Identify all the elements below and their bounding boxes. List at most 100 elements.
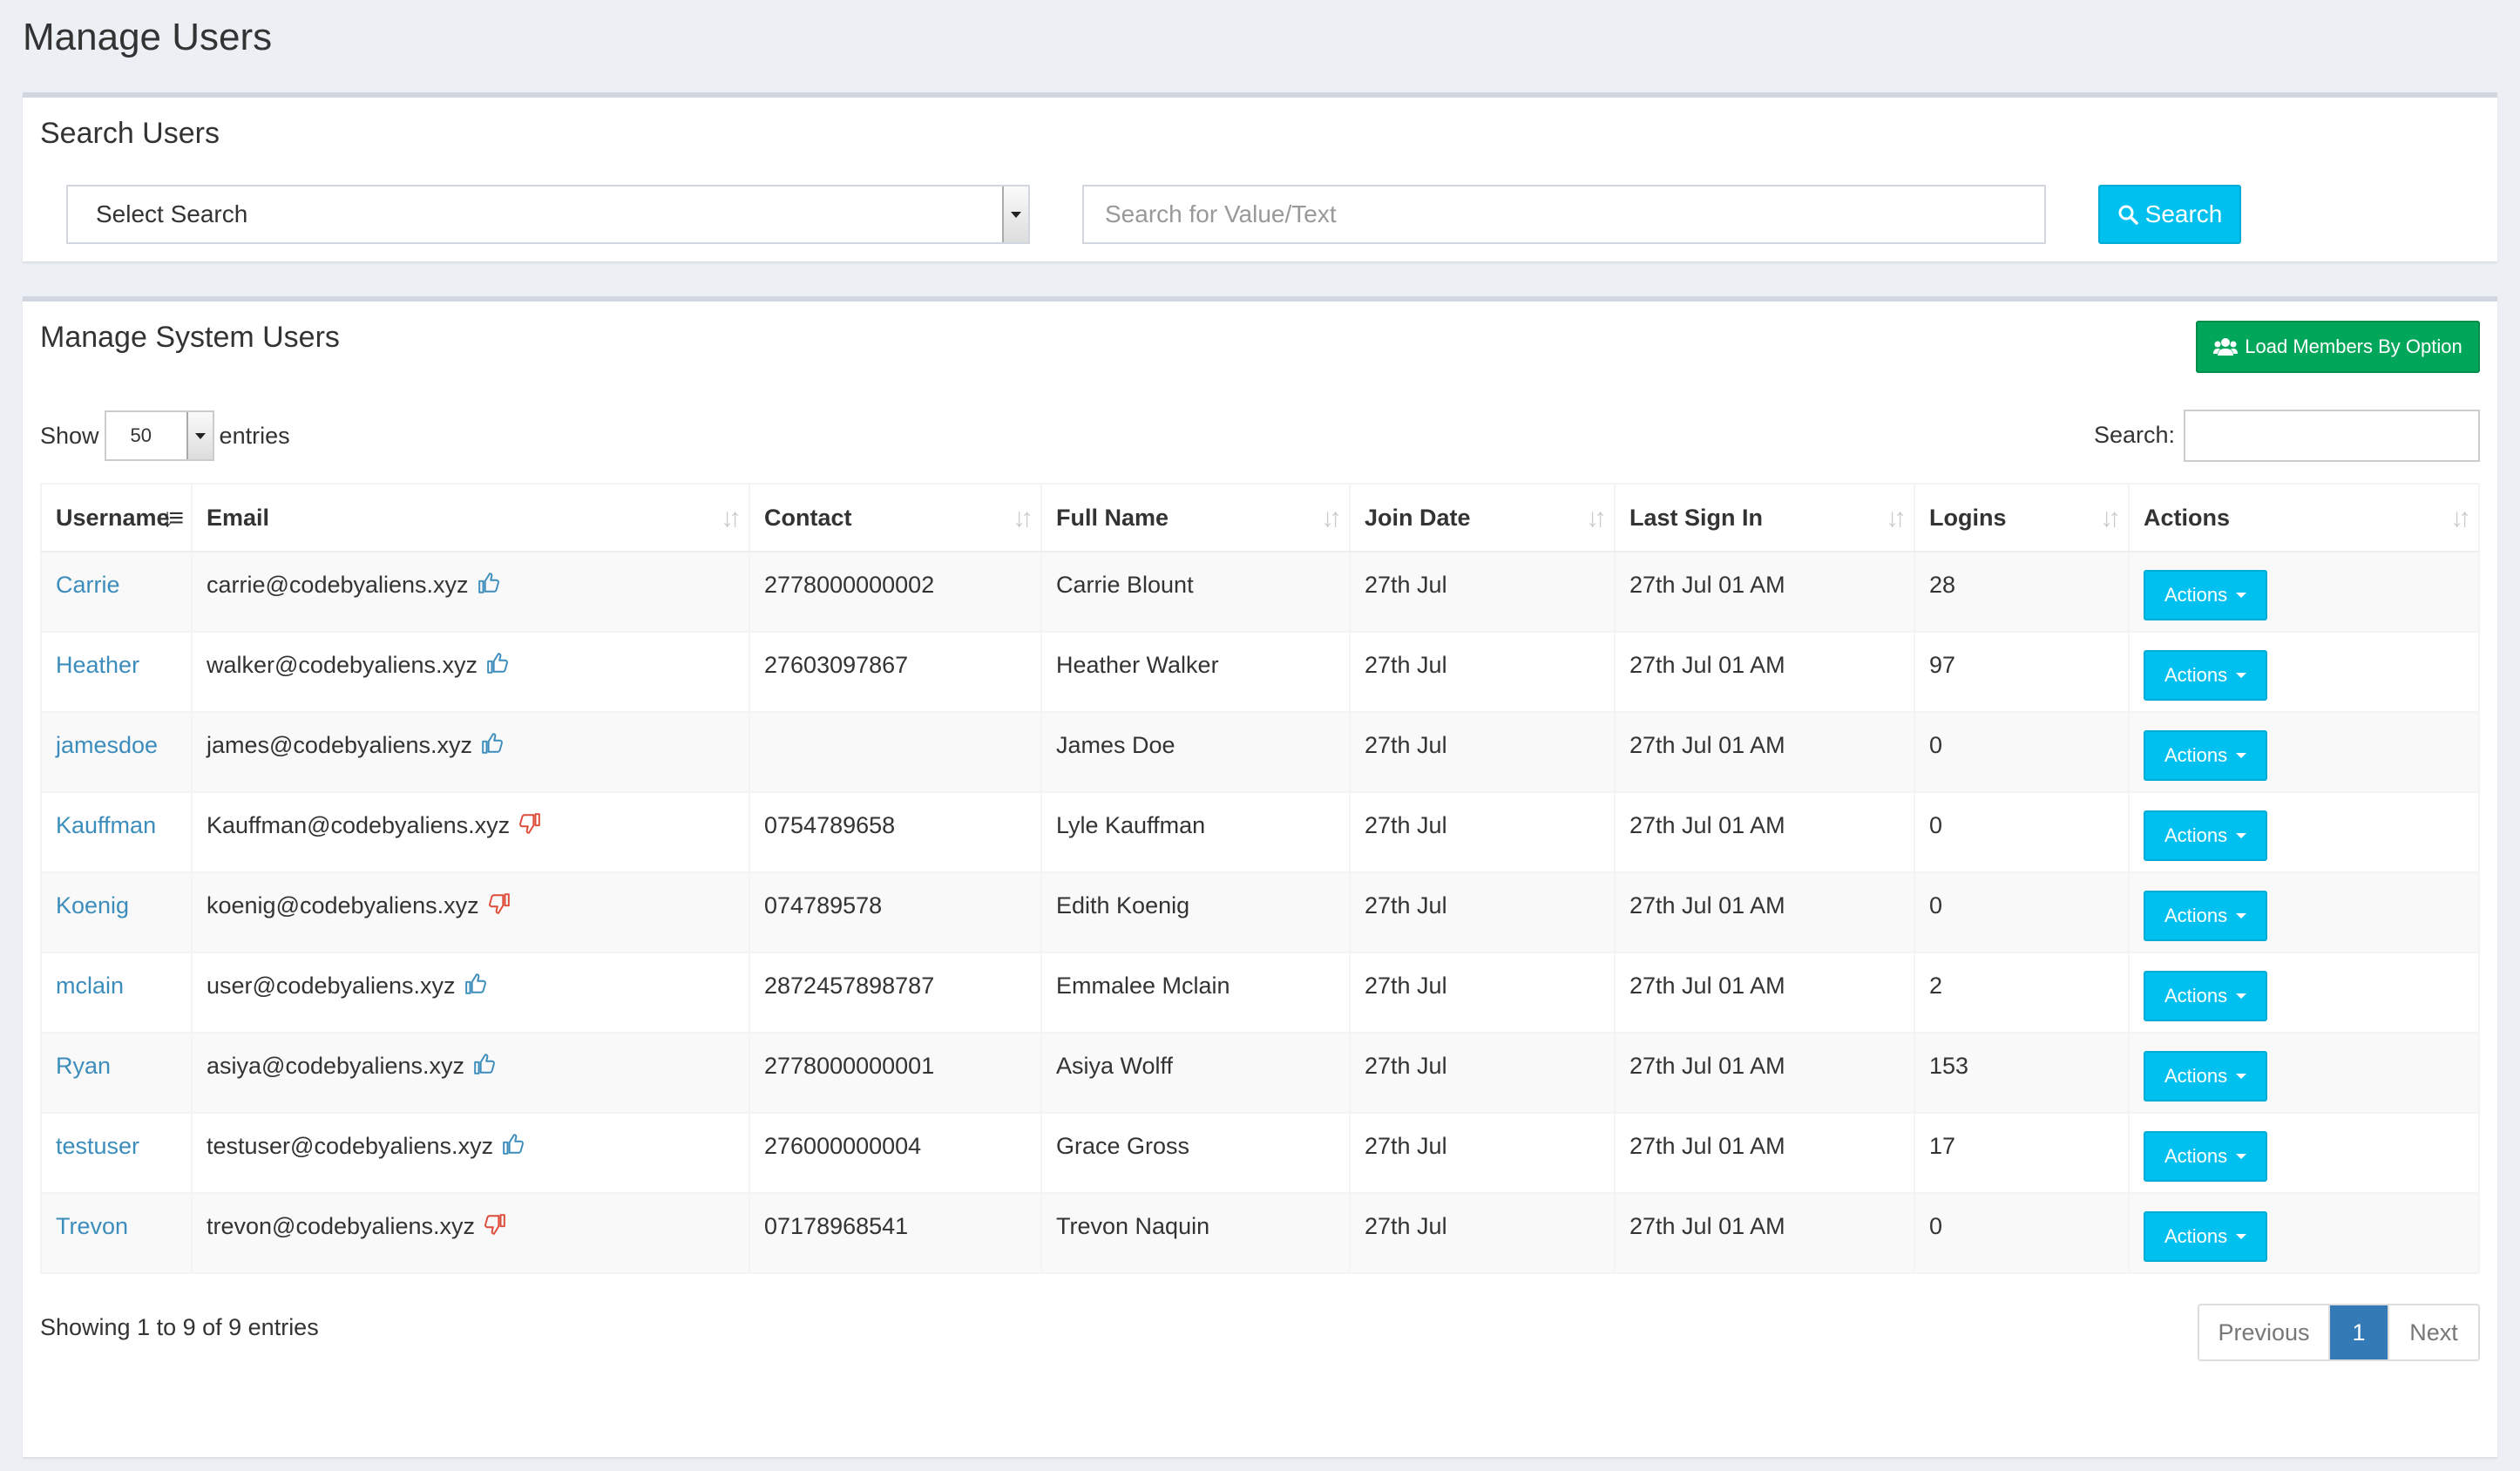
- username-link[interactable]: jamesdoe: [56, 732, 158, 758]
- column-header-join-date[interactable]: Join Date ↓↑: [1349, 483, 1616, 552]
- search-select-value: Select Search: [96, 200, 248, 227]
- users-icon: [2213, 338, 2239, 356]
- cell-actions: Actions: [2128, 1112, 2480, 1194]
- entries-select[interactable]: 50: [104, 410, 214, 461]
- column-header-email[interactable]: Email ↓↑: [191, 483, 750, 552]
- username-link[interactable]: Heather: [56, 652, 139, 678]
- cell-actions: Actions: [2128, 711, 2480, 793]
- username-link[interactable]: Carrie: [56, 572, 120, 598]
- column-header-full-name[interactable]: Full Name ↓↑: [1040, 483, 1351, 552]
- cell-email: testuser@codebyaliens.xyz: [191, 1112, 750, 1194]
- caret-down-icon: [2236, 673, 2247, 678]
- search-value-input[interactable]: [1082, 185, 2046, 244]
- cell-contact: [749, 711, 1042, 793]
- sort-ascending-icon[interactable]: ↓≡: [160, 504, 183, 533]
- column-header-logins[interactable]: Logins ↓↑: [1914, 483, 2130, 552]
- thumbs-up-icon: [478, 572, 500, 600]
- cell-username: Heather: [40, 631, 193, 713]
- actions-dropdown-button[interactable]: Actions: [2144, 570, 2268, 620]
- chevron-down-icon[interactable]: [186, 412, 213, 459]
- table-row: Ryan asiya@codebyaliens.xyz 2778000000001 A…: [40, 1032, 2480, 1114]
- cell-actions: Actions: [2128, 871, 2480, 953]
- actions-dropdown-button[interactable]: Actions: [2144, 810, 2268, 861]
- table-row: Koenig koenig@codebyaliens.xyz 074789578 Ed…: [40, 871, 2480, 953]
- username-link[interactable]: Koenig: [56, 892, 129, 919]
- column-header-last-sign-in[interactable]: Last Sign In ↓↑: [1614, 483, 1915, 552]
- actions-label: Actions: [2164, 664, 2228, 686]
- users-table: Username ↓≡ Email ↓↑ Contact ↓↑ Full Name ↓↑…: [40, 483, 2480, 1274]
- cell-username: Kauffman: [40, 791, 193, 873]
- table-search-input[interactable]: [2184, 410, 2480, 462]
- pagination-previous[interactable]: Previous: [2199, 1305, 2330, 1359]
- users-table-body: Carrie carrie@codebyaliens.xyz 27780000000…: [40, 551, 2480, 1274]
- table-row: Kauffman Kauffman@codebyaliens.xyz 0754789…: [40, 791, 2480, 873]
- actions-dropdown-button[interactable]: Actions: [2144, 650, 2268, 701]
- caret-down-icon: [2236, 1154, 2247, 1159]
- column-header-actions[interactable]: Actions ↓↑: [2128, 483, 2480, 552]
- chevron-down-icon[interactable]: [1002, 186, 1028, 242]
- pagination-page[interactable]: 1: [2330, 1305, 2388, 1359]
- cell-contact: 2778000000002: [749, 551, 1042, 633]
- username-link[interactable]: mclain: [56, 973, 124, 999]
- caret-down-icon: [2236, 1234, 2247, 1239]
- caret-down-icon: [2236, 913, 2247, 919]
- sort-icon[interactable]: ↓↑: [2100, 504, 2121, 533]
- email-text: user@codebyaliens.xyz: [207, 973, 456, 999]
- cell-logins: 97: [1914, 631, 2130, 713]
- actions-label: Actions: [2164, 824, 2228, 846]
- column-label: Email: [207, 504, 270, 531]
- sort-icon[interactable]: ↓↑: [1886, 504, 1907, 533]
- cell-last-sign-in: 27th Jul 01 AM: [1614, 1112, 1915, 1194]
- cell-email: koenig@codebyaliens.xyz: [191, 871, 750, 953]
- actions-dropdown-button[interactable]: Actions: [2144, 891, 2268, 941]
- sort-icon[interactable]: ↓↑: [2450, 504, 2471, 533]
- email-text: testuser@codebyaliens.xyz: [207, 1133, 494, 1159]
- actions-dropdown-button[interactable]: Actions: [2144, 1211, 2268, 1262]
- table-row: Carrie carrie@codebyaliens.xyz 27780000000…: [40, 551, 2480, 633]
- search-button-label: Search: [2144, 200, 2223, 227]
- search-button[interactable]: Search: [2098, 185, 2241, 244]
- actions-dropdown-button[interactable]: Actions: [2144, 1051, 2268, 1102]
- username-link[interactable]: Ryan: [56, 1053, 111, 1079]
- sort-icon[interactable]: ↓↑: [1321, 504, 1342, 533]
- email-text: james@codebyaliens.xyz: [207, 732, 473, 758]
- caret-down-icon: [2236, 753, 2247, 758]
- cell-join-date: 27th Jul: [1349, 952, 1616, 1034]
- cell-join-date: 27th Jul: [1349, 1032, 1616, 1114]
- email-text: carrie@codebyaliens.xyz: [207, 572, 469, 598]
- column-label: Username: [56, 504, 170, 531]
- cell-join-date: 27th Jul: [1349, 1192, 1616, 1274]
- load-members-button[interactable]: Load Members By Option: [2196, 321, 2480, 373]
- cell-contact: 27603097867: [749, 631, 1042, 713]
- sort-icon[interactable]: ↓↑: [721, 504, 742, 533]
- pagination: Previous 1 Next: [2198, 1304, 2480, 1361]
- cell-actions: Actions: [2128, 1032, 2480, 1114]
- caret-down-icon: [2236, 993, 2247, 999]
- username-link[interactable]: Trevon: [56, 1213, 128, 1239]
- column-header-username[interactable]: Username ↓≡: [40, 483, 193, 552]
- search-users-panel: Search Users Select Search Search: [23, 92, 2497, 261]
- thumbs-down-icon: [518, 812, 541, 841]
- pagination-next[interactable]: Next: [2388, 1305, 2478, 1359]
- table-info: Showing 1 to 9 of 9 entries: [40, 1314, 319, 1340]
- entries-length-control: Show 50 entries: [40, 410, 290, 462]
- actions-dropdown-button[interactable]: Actions: [2144, 971, 2268, 1021]
- actions-dropdown-button[interactable]: Actions: [2144, 1131, 2268, 1182]
- email-text: asiya@codebyaliens.xyz: [207, 1053, 465, 1079]
- username-link[interactable]: testuser: [56, 1133, 139, 1159]
- username-link[interactable]: Kauffman: [56, 812, 156, 838]
- actions-dropdown-button[interactable]: Actions: [2144, 730, 2268, 781]
- column-label: Full Name: [1056, 504, 1169, 531]
- cell-last-sign-in: 27th Jul 01 AM: [1614, 631, 1915, 713]
- sort-icon[interactable]: ↓↑: [1586, 504, 1607, 533]
- actions-label: Actions: [2164, 1225, 2228, 1247]
- thumbs-up-icon: [502, 1133, 525, 1162]
- cell-full-name: Grace Gross: [1040, 1112, 1351, 1194]
- cell-join-date: 27th Jul: [1349, 791, 1616, 873]
- thumbs-up-icon: [486, 652, 509, 681]
- column-header-contact[interactable]: Contact ↓↑: [749, 483, 1042, 552]
- sort-icon[interactable]: ↓↑: [1013, 504, 1033, 533]
- cell-username: mclain: [40, 952, 193, 1034]
- entries-select-value: 50: [130, 424, 152, 446]
- search-field-select[interactable]: Select Search: [66, 185, 1030, 244]
